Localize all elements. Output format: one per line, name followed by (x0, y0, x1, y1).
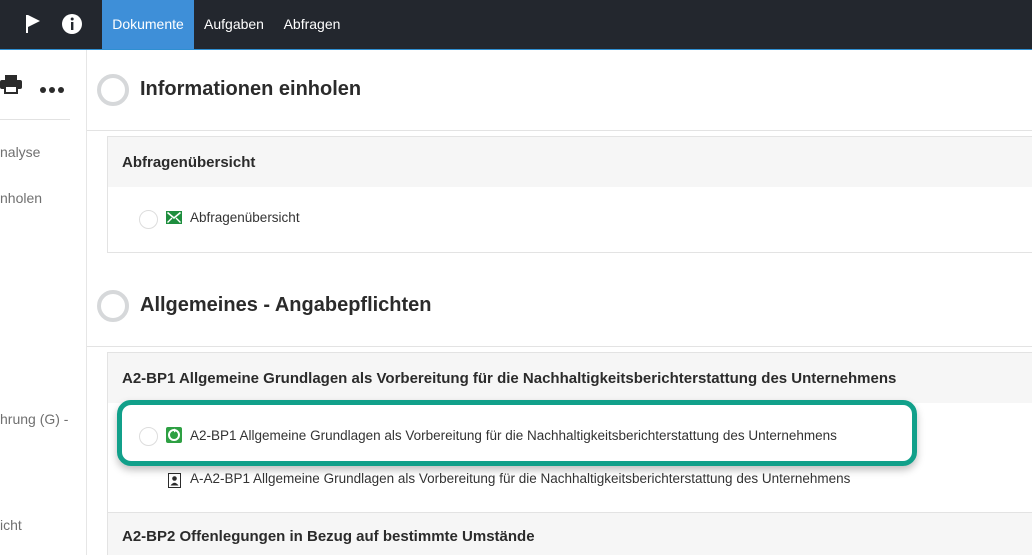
envelope-icon (166, 211, 182, 229)
card-header: Abfragenübersicht (108, 137, 1032, 187)
status-ring-icon[interactable] (97, 290, 129, 322)
tab-aufgaben[interactable]: Aufgaben (196, 0, 272, 49)
flag-icon[interactable] (21, 12, 45, 36)
sidebar-item[interactable]: hrung (G) - (0, 411, 68, 427)
info-icon[interactable] (60, 12, 84, 36)
card-title: A2-BP1 Allgemeine Grundlagen als Vorbere… (122, 370, 897, 387)
more-icon[interactable] (40, 81, 64, 99)
section-header[interactable]: Informationen einholen (87, 50, 1032, 131)
card-header: A2-BP1 Allgemeine Grundlagen als Vorbere… (108, 353, 1032, 403)
document-link[interactable]: Abfragenübersicht (190, 210, 300, 225)
sidebar-item[interactable]: icht (0, 517, 22, 533)
tab-abfragen[interactable]: Abfragen (276, 0, 348, 49)
print-icon[interactable] (0, 74, 22, 99)
sidebar: nalyse nholen hrung (G) - icht (0, 50, 87, 555)
top-navigation-bar: Dokumente Aufgaben Abfragen (0, 0, 1032, 50)
card-title: A2-BP2 Offenlegungen in Bezug auf bestim… (122, 528, 535, 545)
section-title: Allgemeines - Angabepflichten (140, 294, 432, 316)
card-title: Abfragenübersicht (122, 154, 256, 171)
status-ring-icon[interactable] (97, 74, 129, 106)
tab-dokumente[interactable]: Dokumente (102, 0, 194, 49)
sidebar-item[interactable]: nholen (0, 190, 42, 206)
highlight-frame (117, 400, 917, 466)
status-circle[interactable] (139, 210, 158, 229)
section-header[interactable]: Allgemeines - Angabepflichten (87, 266, 1032, 347)
document-user-icon (168, 473, 181, 493)
section-title: Informationen einholen (140, 78, 362, 100)
main-content: Informationen einholen Abfragenübersicht… (87, 50, 1032, 555)
sidebar-toolbar (0, 50, 70, 120)
card: A2-BP2 Offenlegungen in Bezug auf bestim… (107, 512, 1032, 555)
sidebar-item[interactable]: nalyse (0, 144, 40, 160)
document-link[interactable]: A-A2-BP1 Allgemeine Grundlagen als Vorbe… (190, 471, 850, 486)
card: Abfragenübersicht Abfragenübersicht (107, 136, 1032, 253)
